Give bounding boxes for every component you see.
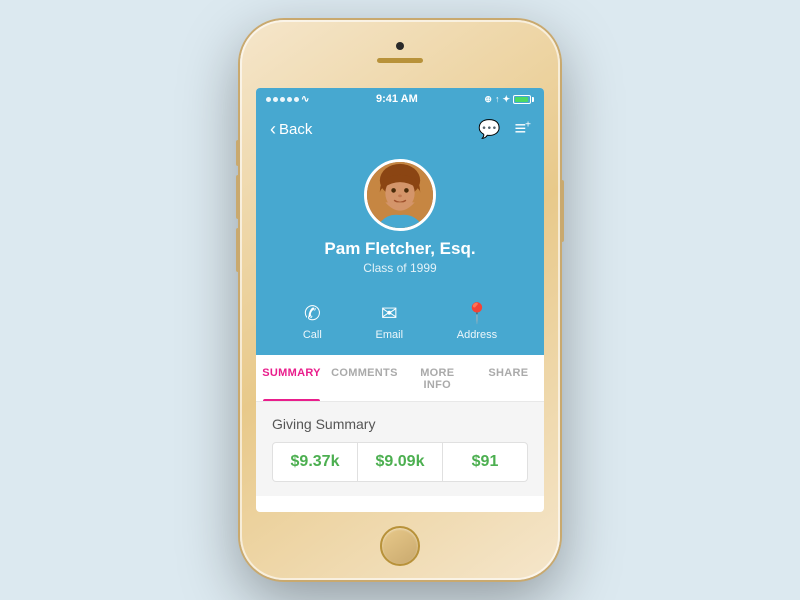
tab-comments[interactable]: COMMENTS [327, 355, 402, 401]
giving-cell-2: $91 [443, 443, 527, 481]
power-button [560, 180, 564, 242]
address-label: Address [457, 329, 497, 341]
profile-section: Pam Fletcher, Esq. Class of 1999 [256, 149, 544, 291]
comment-icon[interactable]: 💬 [478, 119, 500, 140]
address-icon: 📍 [464, 301, 489, 326]
giving-summary-title: Giving Summary [272, 416, 528, 432]
content-area: Giving Summary $9.37k $9.09k $91 [256, 402, 544, 496]
address-button[interactable]: 📍 Address [457, 301, 497, 341]
location-icon: ⊕ [484, 94, 492, 105]
signal-dot-2 [273, 97, 278, 102]
email-label: Email [376, 329, 404, 341]
add-list-icon[interactable]: ≡+ [514, 118, 530, 141]
email-button[interactable]: ✉ Email [376, 301, 404, 341]
giving-grid: $9.37k $9.09k $91 [272, 442, 528, 482]
email-icon: ✉ [381, 301, 398, 326]
phone-shell: ∿ 9:41 AM ⊕ ↑ ✦ ‹ [240, 20, 560, 580]
signal-dot-1 [266, 97, 271, 102]
back-button[interactable]: ‹ Back [270, 119, 312, 140]
giving-amount-2: $91 [449, 453, 521, 471]
battery-icon [513, 95, 534, 104]
tab-share-label: SHARE [488, 367, 528, 379]
tab-summary-label: SUMMARY [262, 367, 321, 379]
arrow-icon: ↑ [495, 94, 500, 104]
home-button[interactable] [380, 526, 420, 566]
tab-more-info[interactable]: MORE INFO [402, 355, 473, 401]
giving-cell-0: $9.37k [273, 443, 357, 481]
call-label: Call [303, 329, 322, 341]
volume-silent-button [236, 140, 240, 166]
back-chevron-icon: ‹ [270, 119, 276, 140]
giving-cell-1: $9.09k [358, 443, 442, 481]
tab-summary[interactable]: SUMMARY [256, 355, 327, 401]
call-button[interactable]: ✆ Call [303, 301, 322, 341]
tab-more-info-label: MORE INFO [420, 367, 454, 391]
action-buttons: ✆ Call ✉ Email 📍 Address [256, 291, 544, 355]
earpiece [377, 58, 423, 63]
back-label: Back [279, 121, 312, 138]
giving-amount-1: $9.09k [364, 453, 436, 471]
header-actions: 💬 ≡+ [478, 118, 530, 141]
signal-dot-3 [280, 97, 285, 102]
call-icon: ✆ [304, 301, 321, 326]
profile-name: Pam Fletcher, Esq. [324, 239, 475, 259]
volume-down-button [236, 228, 240, 272]
bluetooth-icon: ✦ [502, 94, 510, 105]
phone-screen: ∿ 9:41 AM ⊕ ↑ ✦ ‹ [256, 88, 544, 512]
volume-up-button [236, 175, 240, 219]
battery-body [513, 95, 531, 104]
phone-device: ∿ 9:41 AM ⊕ ↑ ✦ ‹ [240, 20, 560, 580]
status-signal: ∿ [266, 94, 309, 105]
tabs-bar: SUMMARY COMMENTS MORE INFO SHARE [256, 355, 544, 402]
app-header: ‹ Back 💬 ≡+ [256, 110, 544, 149]
giving-amount-0: $9.37k [279, 453, 351, 471]
wifi-icon: ∿ [301, 94, 309, 105]
front-camera [396, 42, 404, 50]
signal-dot-4 [287, 97, 292, 102]
status-right-icons: ⊕ ↑ ✦ [484, 94, 534, 105]
avatar-image [367, 162, 433, 228]
avatar [364, 159, 436, 231]
status-bar: ∿ 9:41 AM ⊕ ↑ ✦ [256, 88, 544, 110]
profile-subtitle: Class of 1999 [363, 261, 436, 275]
tab-share[interactable]: SHARE [473, 355, 544, 401]
bottom-bezel [240, 512, 560, 580]
status-time: 9:41 AM [376, 93, 418, 105]
battery-fill [515, 97, 528, 102]
signal-dot-5 [294, 97, 299, 102]
battery-tip [532, 97, 534, 102]
top-bezel [240, 20, 560, 88]
tab-comments-label: COMMENTS [331, 367, 398, 379]
